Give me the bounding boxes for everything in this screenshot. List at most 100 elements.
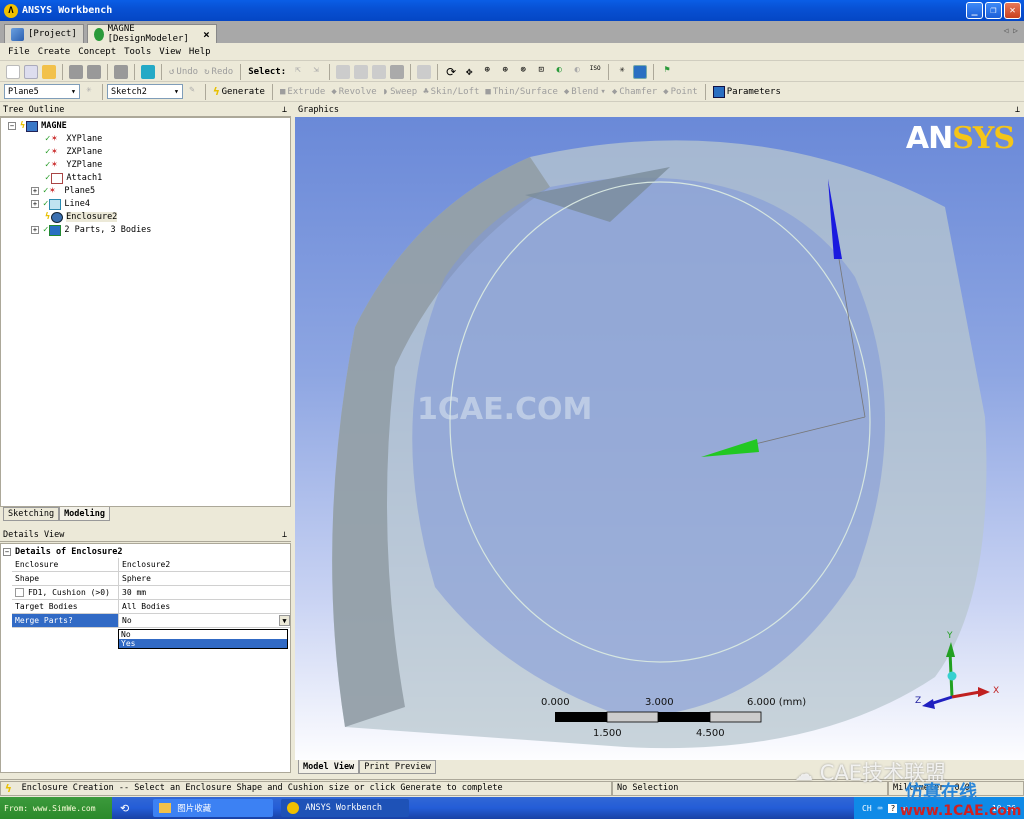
generate-button[interactable]: ϟ Generate xyxy=(213,85,265,98)
menu-view[interactable]: View xyxy=(159,47,181,57)
select-points-icon[interactable] xyxy=(336,64,351,79)
pin-icon[interactable]: ⊥ xyxy=(1015,105,1020,115)
details-row[interactable]: Enclosure Enclosure2 xyxy=(12,558,290,572)
new-icon[interactable] xyxy=(6,64,20,79)
pan-icon[interactable]: ✥ xyxy=(462,65,476,79)
new-plane-icon[interactable]: ✳ xyxy=(82,85,96,99)
display-plane-icon[interactable]: ✳ xyxy=(615,65,629,79)
chevron-down-icon[interactable]: ▼ xyxy=(279,615,290,626)
redo-button[interactable]: ↻ Redo xyxy=(204,67,233,77)
box-zoom-icon[interactable]: ⊕ xyxy=(498,65,512,79)
point-icon: ◆ xyxy=(663,86,669,97)
sweep-button[interactable]: ◗ Sweep xyxy=(383,87,418,97)
new-geometry-icon[interactable] xyxy=(24,64,38,79)
option-no[interactable]: No xyxy=(119,630,287,639)
magnifier-icon[interactable]: ⊡ xyxy=(534,65,548,79)
next-view-icon[interactable]: ◐ xyxy=(570,65,584,79)
taskbar-item-pictures[interactable]: 图片收藏 xyxy=(153,799,274,817)
iso-view-icon[interactable]: ISO xyxy=(588,65,602,79)
tree-item[interactable]: ✓ ✶ ZXPlane xyxy=(45,146,102,158)
select-bodies-icon[interactable] xyxy=(390,64,405,79)
extend-selection-icon[interactable] xyxy=(417,64,432,79)
tree-item[interactable]: + ✓ Line4 xyxy=(31,198,90,210)
pin-icon[interactable]: ⊥ xyxy=(282,105,287,115)
ansys-brand-logo: ANSYS xyxy=(905,121,1015,156)
blend-button[interactable]: ◆ Blend ▾ xyxy=(564,87,606,97)
details-row-merge-parts[interactable]: Merge Parts? No ▼ xyxy=(12,614,290,628)
sketch-dropdown[interactable]: Sketch2 ▾ xyxy=(107,84,183,99)
tab-close-icon[interactable]: × xyxy=(203,28,210,41)
menu-help[interactable]: Help xyxy=(189,47,211,57)
title-bar: Λ ANSYS Workbench _ ❐ ✕ xyxy=(0,0,1024,21)
start-button[interactable]: From: www.SimWe.com xyxy=(0,797,112,819)
undo-button[interactable]: ↺ Undo xyxy=(169,67,198,77)
parameters-button[interactable]: Parameters xyxy=(712,85,781,98)
restore-button[interactable]: ❐ xyxy=(985,2,1002,19)
plane-dropdown[interactable]: Plane5 ▾ xyxy=(4,84,80,99)
point-button[interactable]: ◆ Point xyxy=(663,87,698,97)
collapse-icon[interactable]: − xyxy=(8,122,16,130)
tree-item[interactable]: ✓ ✶ YZPlane xyxy=(45,159,102,171)
close-window-button[interactable]: ✕ xyxy=(1004,2,1021,19)
zoom-icon[interactable]: ⊕ xyxy=(480,65,494,79)
screenshot-camera-icon[interactable] xyxy=(141,64,155,79)
merge-parts-dropdown[interactable]: No ▼ xyxy=(119,614,290,627)
display-model-icon[interactable] xyxy=(633,64,648,79)
tab-scroll-arrows[interactable]: ◁ ▷ xyxy=(1004,26,1018,35)
menu-create[interactable]: Create xyxy=(38,47,71,57)
previous-view-icon[interactable]: ◐ xyxy=(552,65,566,79)
tree-root[interactable]: − ϟ MAGNE xyxy=(8,120,67,132)
save-icon[interactable] xyxy=(87,64,101,79)
taskbar-item-ansys[interactable]: ANSYS Workbench xyxy=(281,799,410,817)
zoom-to-fit-icon[interactable]: ⊚ xyxy=(516,65,530,79)
menu-tools[interactable]: Tools xyxy=(124,47,151,57)
tab-sketching[interactable]: Sketching xyxy=(3,507,60,521)
chamfer-button[interactable]: ◆ Chamfer xyxy=(612,87,657,97)
look-at-icon[interactable]: ⚑ xyxy=(660,65,674,79)
select-mode-icon[interactable]: ⇱ xyxy=(291,65,305,79)
parameter-checkbox[interactable] xyxy=(15,588,24,597)
export-icon[interactable] xyxy=(69,64,83,79)
tree-item[interactable]: + ✓ 2 Parts, 3 Bodies xyxy=(31,224,151,236)
rotate-icon[interactable]: ⟳ xyxy=(444,65,458,79)
tab-designmodeler[interactable]: MAGNE [DesignModeler] × xyxy=(86,24,217,44)
ansys-logo-icon xyxy=(287,802,300,814)
revolve-button[interactable]: ◆ Revolve xyxy=(331,87,376,97)
language-indicator[interactable]: CH xyxy=(862,804,872,813)
option-yes[interactable]: Yes xyxy=(119,639,287,648)
help-icon[interactable]: ? xyxy=(888,803,898,813)
extrude-button[interactable]: ■ Extrude xyxy=(280,87,325,97)
select-type-icon[interactable]: ⇲ xyxy=(309,65,323,79)
pin-icon[interactable]: ⊥ xyxy=(282,530,287,540)
keyboard-icon[interactable]: ⌨ xyxy=(878,804,883,813)
collapse-icon[interactable]: − xyxy=(3,548,11,556)
tree-item[interactable]: ✓ Attach1 xyxy=(45,172,102,184)
skin-loft-button[interactable]: ♣ Skin/Loft xyxy=(423,87,479,97)
cushion-value[interactable]: 30 mm xyxy=(119,586,290,599)
tree-item-selected[interactable]: ϟ Enclosure2 xyxy=(45,211,118,223)
thin-surface-button[interactable]: ■ Thin/Surface xyxy=(485,87,557,97)
open-folder-icon[interactable] xyxy=(42,64,56,79)
tree-item[interactable]: + ✓ ✶ Plane5 xyxy=(31,185,95,197)
expand-icon[interactable]: + xyxy=(31,187,39,195)
details-row[interactable]: FD1, Cushion (>0) 30 mm xyxy=(12,586,290,600)
details-row[interactable]: Shape Sphere xyxy=(12,572,290,586)
print-icon[interactable] xyxy=(114,64,128,79)
expand-icon[interactable]: + xyxy=(31,200,39,208)
tab-project[interactable]: [Project] xyxy=(4,24,84,43)
check-icon: ✓ xyxy=(43,199,49,209)
new-sketch-icon[interactable]: ✎ xyxy=(185,85,199,99)
quicklaunch-icon[interactable]: ⟲ xyxy=(120,802,129,815)
menu-file[interactable]: File xyxy=(8,47,30,57)
select-faces-icon[interactable] xyxy=(372,64,387,79)
graphics-viewport[interactable]: ANSYS 1CAE.COM 0.000 3.000 6.000 (mm) 1.… xyxy=(295,117,1024,760)
tab-model-view[interactable]: Model View xyxy=(298,760,360,774)
menu-concept[interactable]: Concept xyxy=(78,47,116,57)
select-edges-icon[interactable] xyxy=(354,64,369,79)
details-row[interactable]: Target Bodies All Bodies xyxy=(12,600,290,614)
tree-item[interactable]: ✓ ✶ XYPlane xyxy=(45,133,102,145)
minimize-button[interactable]: _ xyxy=(966,2,983,19)
expand-icon[interactable]: + xyxy=(31,226,39,234)
tab-print-preview[interactable]: Print Preview xyxy=(359,760,436,774)
tab-modeling[interactable]: Modeling xyxy=(59,507,111,521)
